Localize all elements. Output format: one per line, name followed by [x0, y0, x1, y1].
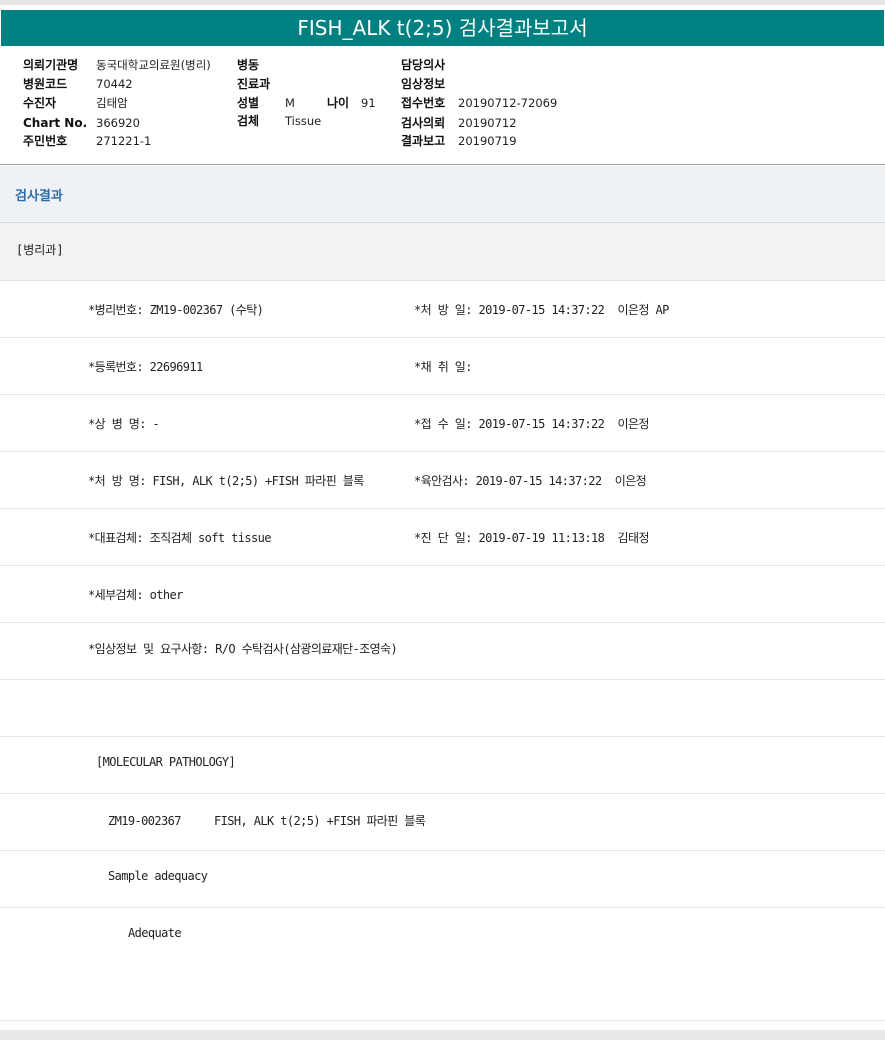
result-row: *대표검체: 조직검체 soft tissue *진 단 일: 2019-07-… — [0, 509, 885, 566]
result-right: *채 취 일: — [414, 360, 472, 374]
value-receipt-no: 20190712-72069 — [458, 96, 558, 110]
value-chart-no: 366920 — [96, 116, 140, 130]
result-right: *육안검사: 2019-07-15 14:37:22 이은정 — [414, 474, 647, 488]
value-request-date: 20190712 — [458, 116, 517, 130]
label-age: 나이 — [327, 96, 350, 110]
result-row-empty — [0, 964, 885, 1021]
result-row: *임상정보 및 요구사항: R/O 수탁검사(삼광의료재단-조영숙) — [0, 623, 885, 680]
value-resident-no: 271221-1 — [96, 134, 152, 148]
label-chart-no: Chart No. — [23, 116, 88, 130]
value-examinee: 김태암 — [96, 96, 128, 110]
label-resident-no: 주민번호 — [23, 134, 68, 148]
label-sex: 성별 — [237, 96, 260, 110]
result-row: *병리번호: ZM19-002367 (수탁) *처 방 일: 2019-07-… — [0, 281, 885, 338]
label-report-date: 결과보고 — [401, 134, 446, 148]
bottom-strip — [0, 1030, 885, 1040]
label-clinical-info: 임상정보 — [401, 77, 446, 91]
label-receipt-no: 접수번호 — [401, 96, 446, 110]
result-row-empty — [0, 680, 885, 737]
result-left: *대표검체: 조직검체 soft tissue — [88, 531, 271, 545]
result-right: *처 방 일: 2019-07-15 14:37:22 이은정 AP — [414, 303, 669, 317]
result-left: Sample adequacy — [108, 869, 208, 883]
result-row: Sample adequacy — [0, 851, 885, 908]
label-hospital-code: 병원코드 — [23, 77, 68, 91]
label-doctor: 담당의사 — [401, 58, 446, 72]
section-header: 검사결과 — [0, 166, 885, 223]
info-divider — [0, 164, 885, 165]
label-institution: 의뢰기관명 — [23, 58, 79, 72]
label-department: 진료과 — [237, 77, 271, 91]
label-ward: 병동 — [237, 58, 260, 72]
department-row: [병리과] — [0, 223, 885, 281]
result-left: *상 병 명: - — [88, 417, 160, 431]
result-row: *등록번호: 22696911 *채 취 일: — [0, 338, 885, 395]
result-row: *세부검체: other — [0, 566, 885, 623]
section-title: 검사결과 — [15, 189, 63, 204]
value-report-date: 20190719 — [458, 134, 517, 148]
patient-info-block: 의뢰기관명 동국대학교의료원(병리) 병동 담당의사 병원코드 70442 진료… — [0, 54, 885, 164]
label-specimen: 검체 — [237, 114, 260, 128]
value-age: 91 — [361, 96, 376, 110]
result-left: Adequate — [128, 926, 182, 940]
result-right: *접 수 일: 2019-07-15 14:37:22 이은정 — [414, 417, 649, 431]
result-left: *세부검체: other — [88, 588, 183, 602]
top-strip — [0, 0, 885, 5]
result-row: *상 병 명: - *접 수 일: 2019-07-15 14:37:22 이은… — [0, 395, 885, 452]
result-row: Adequate — [0, 908, 885, 965]
result-left: *처 방 명: FISH, ALK t(2;5) +FISH 파라핀 블록 — [88, 474, 364, 488]
result-row: *처 방 명: FISH, ALK t(2;5) +FISH 파라핀 블록 *육… — [0, 452, 885, 509]
report-title: FISH_ALK t(2;5) 검사결과보고서 — [1, 10, 884, 46]
result-row: ZM19-002367 FISH, ALK t(2;5) +FISH 파라핀 블… — [0, 794, 885, 851]
result-right: *진 단 일: 2019-07-19 11:13:18 김태정 — [414, 531, 649, 545]
result-left: [MOLECULAR PATHOLOGY] — [96, 755, 236, 769]
value-hospital-code: 70442 — [96, 77, 133, 91]
result-left: ZM19-002367 FISH, ALK t(2;5) +FISH 파라핀 블… — [108, 814, 426, 828]
value-sex: M — [285, 96, 295, 110]
value-specimen: Tissue — [285, 114, 322, 128]
result-left: *임상정보 및 요구사항: R/O 수탁검사(삼광의료재단-조영숙) — [88, 642, 398, 656]
department-label: [병리과] — [16, 243, 64, 257]
label-request-date: 검사의뢰 — [401, 116, 446, 130]
label-examinee: 수진자 — [23, 96, 57, 110]
value-institution: 동국대학교의료원(병리) — [96, 58, 211, 72]
result-left: *병리번호: ZM19-002367 (수탁) — [88, 303, 264, 317]
result-left: *등록번호: 22696911 — [88, 360, 203, 374]
result-row: [MOLECULAR PATHOLOGY] — [0, 737, 885, 794]
